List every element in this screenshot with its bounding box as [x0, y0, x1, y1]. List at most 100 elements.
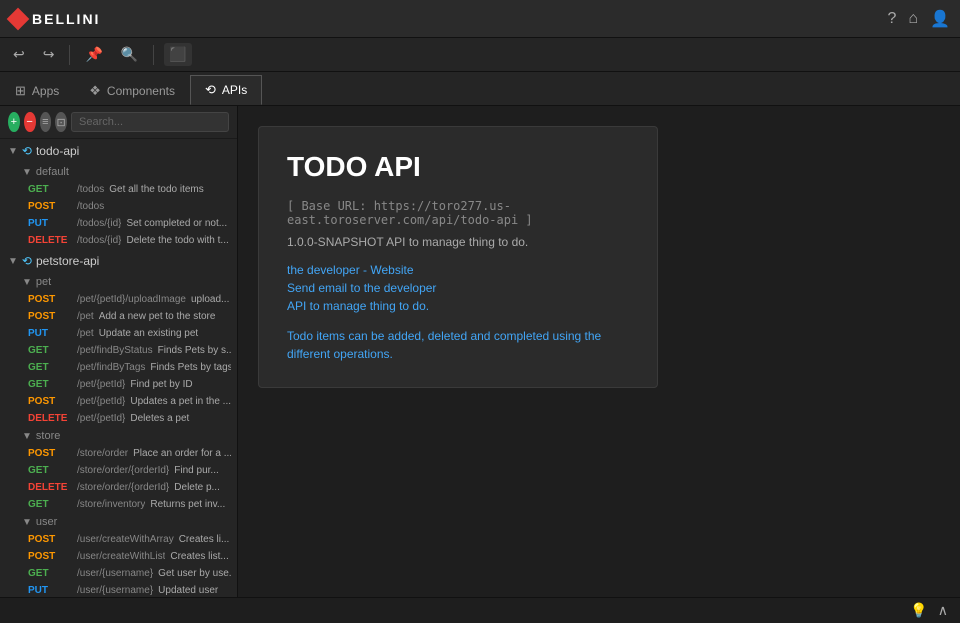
group-default-header[interactable]: ▼ default: [0, 163, 237, 181]
top-bar: BELLINI ? ⌂ 👤: [0, 0, 960, 38]
account-icon[interactable]: 👤: [930, 9, 950, 29]
list-item[interactable]: POST /user/createWithList Creates list..…: [0, 548, 237, 565]
endpoint-path: /store/order/{orderId}: [77, 482, 169, 493]
zoom-button[interactable]: 🔍: [116, 43, 143, 66]
section-petstore-api-header[interactable]: ▼ ⟲ petstore-api: [0, 249, 237, 273]
endpoint-desc: Update an existing pet: [99, 328, 231, 339]
endpoint-path: /pet/{petId}: [77, 413, 125, 424]
view-button[interactable]: ⬛: [164, 43, 191, 66]
endpoint-desc: Updated user: [158, 585, 231, 596]
method-post: POST: [28, 396, 72, 407]
tab-bar: ⊞ Apps ❖ Components ⟲ APIs: [0, 72, 960, 106]
list-item[interactable]: DELETE /store/order/{orderId} Delete p..…: [0, 479, 237, 496]
list-item[interactable]: DELETE /todos/{id} Delete the todo with …: [0, 232, 237, 249]
expand-button[interactable]: ⊡: [55, 112, 67, 132]
list-item[interactable]: GET /pet/findByTags Finds Pets by tags: [0, 359, 237, 376]
redo-button[interactable]: ↪: [38, 43, 60, 66]
section-todo-api-header[interactable]: ▼ ⟲ todo-api: [0, 139, 237, 163]
method-get: GET: [28, 568, 72, 579]
endpoint-path: /pet/findByTags: [77, 362, 145, 373]
tab-apis-label: APIs: [222, 83, 247, 97]
method-delete: DELETE: [28, 235, 72, 246]
endpoint-path: /user/createWithArray: [77, 534, 174, 545]
endpoint-path: /store/order/{orderId}: [77, 465, 169, 476]
endpoint-path: /pet: [77, 311, 94, 322]
api-base-url: [ Base URL: https://toro277.us-east.toro…: [287, 199, 629, 227]
search-input[interactable]: [71, 112, 229, 132]
group-store-label: store: [36, 430, 60, 442]
group-pet-header[interactable]: ▼ pet: [0, 273, 237, 291]
api-version: 1.0.0-SNAPSHOT API to manage thing to do…: [287, 235, 629, 249]
endpoint-path: /todos/{id}: [77, 218, 121, 229]
endpoint-desc: Find pet by ID: [130, 379, 231, 390]
add-button[interactable]: +: [8, 112, 20, 132]
endpoint-desc: Delete the todo with t...: [126, 235, 231, 246]
arrow-icon: ▼: [8, 256, 18, 267]
list-item[interactable]: GET /user/{username} Get user by use...: [0, 565, 237, 582]
list-item[interactable]: GET /todos Get all the todo items: [0, 181, 237, 198]
group-default-label: default: [36, 166, 69, 178]
pin-button[interactable]: 📌: [80, 43, 107, 66]
endpoint-desc: Delete p...: [174, 482, 231, 493]
list-item[interactable]: DELETE /pet/{petId} Deletes a pet: [0, 410, 237, 427]
api-info-card: TODO API [ Base URL: https://toro277.us-…: [258, 126, 658, 388]
top-bar-icons: ? ⌂ 👤: [888, 9, 951, 29]
endpoint-path: /todos: [77, 184, 104, 195]
method-get: GET: [28, 345, 72, 356]
method-post: POST: [28, 294, 72, 305]
group-user-header[interactable]: ▼ user: [0, 513, 237, 531]
method-post: POST: [28, 201, 72, 212]
tab-apps[interactable]: ⊞ Apps: [0, 75, 74, 105]
undo-button[interactable]: ↩: [8, 43, 30, 66]
api-link-manage[interactable]: API to manage thing to do.: [287, 299, 629, 313]
sidebar-toolbar: + − ≡ ⊡: [0, 106, 237, 139]
method-delete: DELETE: [28, 482, 72, 493]
endpoint-desc: Updates a pet in the ...: [130, 396, 231, 407]
list-item[interactable]: GET /store/order/{orderId} Find pur...: [0, 462, 237, 479]
bulb-icon[interactable]: 💡: [910, 602, 927, 619]
endpoint-desc: Creates list...: [170, 551, 231, 562]
api-icon: ⟲: [22, 144, 32, 158]
group-store-header[interactable]: ▼ store: [0, 427, 237, 445]
list-item[interactable]: POST /pet Add a new pet to the store: [0, 308, 237, 325]
list-item[interactable]: POST /pet/{petId} Updates a pet in the .…: [0, 393, 237, 410]
tab-apps-label: Apps: [32, 84, 59, 98]
api-link-email[interactable]: Send email to the developer: [287, 281, 629, 295]
list-item[interactable]: PUT /pet Update an existing pet: [0, 325, 237, 342]
apis-icon: ⟲: [205, 82, 216, 98]
api-link-website[interactable]: the developer - Website: [287, 263, 629, 277]
list-item[interactable]: GET /pet/{petId} Find pet by ID: [0, 376, 237, 393]
list-item[interactable]: POST /todos: [0, 198, 237, 215]
group-pet-label: pet: [36, 276, 51, 288]
endpoint-path: /pet/findByStatus: [77, 345, 153, 356]
separator-1: [69, 45, 70, 65]
help-icon[interactable]: ?: [888, 10, 897, 28]
tab-apis[interactable]: ⟲ APIs: [190, 75, 262, 105]
toolbar: ↩ ↪ 📌 🔍 ⬛: [0, 38, 960, 72]
list-item[interactable]: POST /user/createWithArray Creates li...: [0, 531, 237, 548]
arrow-icon: ▼: [22, 517, 32, 528]
method-get: GET: [28, 184, 72, 195]
method-get: GET: [28, 362, 72, 373]
logo: BELLINI: [10, 11, 100, 27]
collapse-button[interactable]: ≡: [40, 112, 52, 132]
list-item[interactable]: PUT /user/{username} Updated user: [0, 582, 237, 597]
endpoint-desc: Get user by use...: [158, 568, 231, 579]
api-icon: ⟲: [22, 254, 32, 268]
arrow-icon: ▼: [8, 146, 18, 157]
list-item[interactable]: PUT /todos/{id} Set completed or not...: [0, 215, 237, 232]
chevron-up-icon[interactable]: ∧: [938, 602, 948, 619]
list-item[interactable]: GET /store/inventory Returns pet inv...: [0, 496, 237, 513]
list-item[interactable]: GET /pet/findByStatus Finds Pets by s...: [0, 342, 237, 359]
list-item[interactable]: POST /store/order Place an order for a .…: [0, 445, 237, 462]
bottom-bar: 💡 ∧: [0, 597, 960, 623]
tab-components[interactable]: ❖ Components: [74, 75, 190, 105]
endpoint-desc: Finds Pets by s...: [158, 345, 231, 356]
list-item[interactable]: POST /pet/{petId}/uploadImage upload...: [0, 291, 237, 308]
remove-button[interactable]: −: [24, 112, 36, 132]
arrow-icon: ▼: [22, 167, 32, 178]
home-icon[interactable]: ⌂: [908, 10, 918, 28]
api-links: the developer - Website Send email to th…: [287, 263, 629, 313]
endpoint-desc: upload...: [191, 294, 231, 305]
endpoint-desc: Add a new pet to the store: [99, 311, 231, 322]
